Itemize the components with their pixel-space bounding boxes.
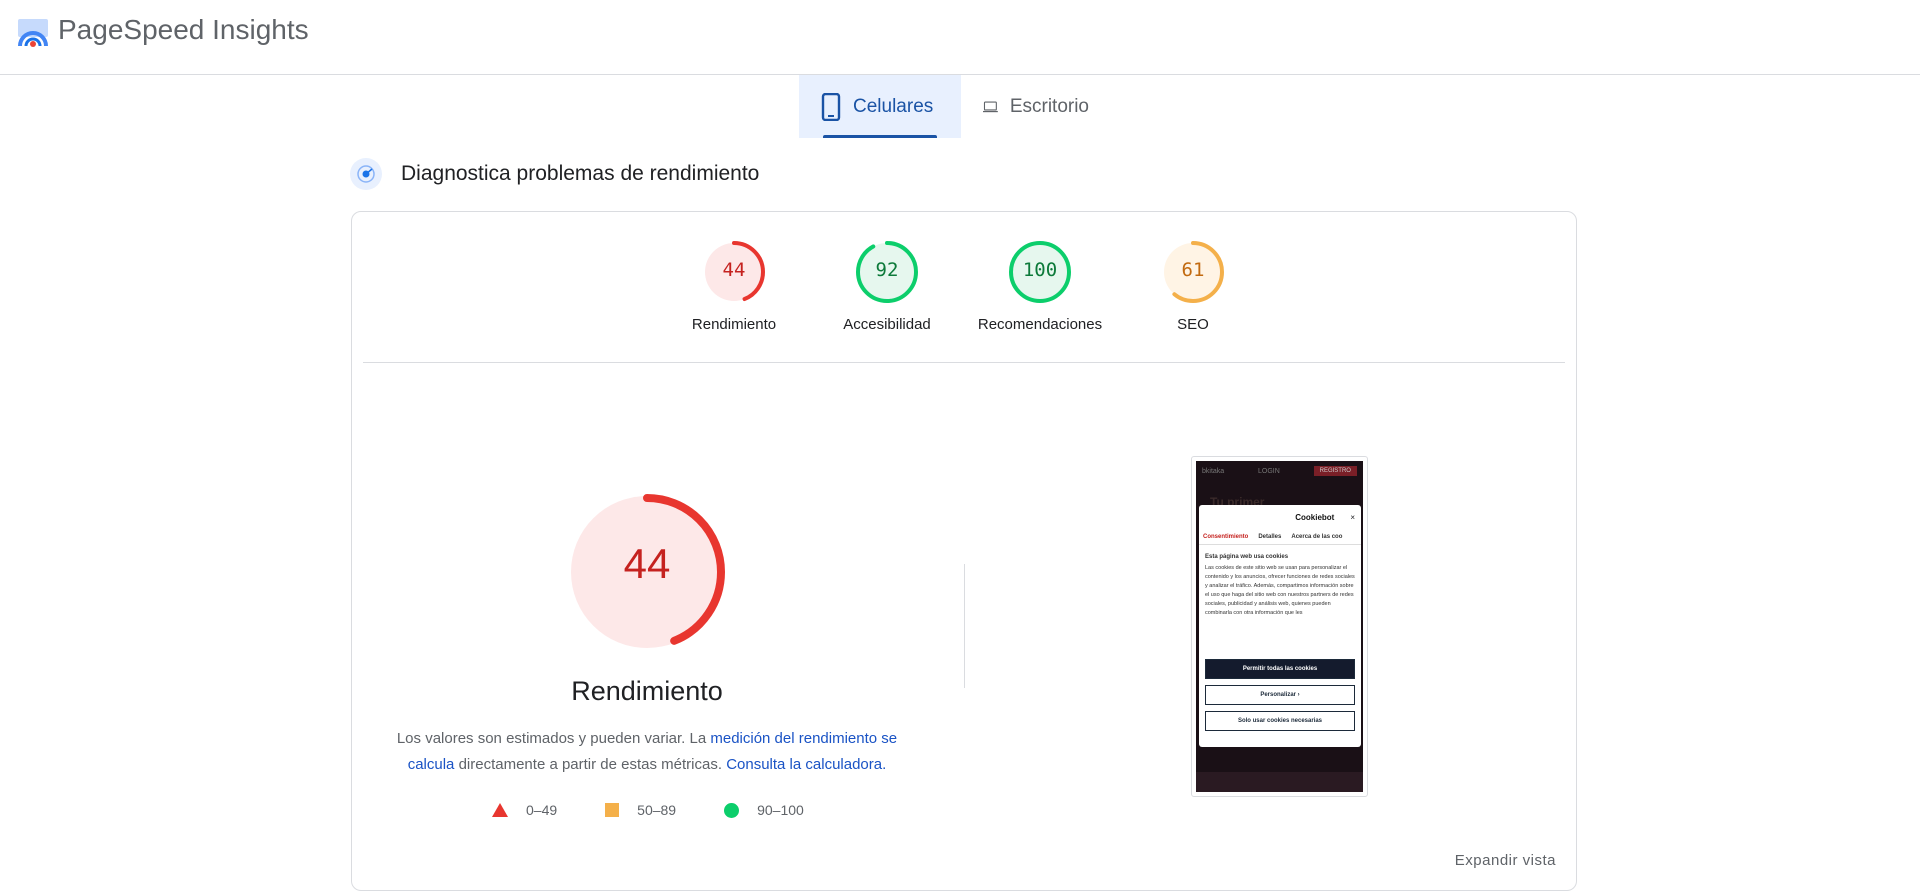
diagnostics-title: Diagnostica problemas de rendimiento — [401, 162, 760, 185]
gauge-score: 44 — [722, 259, 746, 281]
gauge-seo[interactable]: 61 SEO — [1123, 240, 1263, 333]
triangle-icon — [492, 803, 508, 817]
cookie-tab: Consentimiento — [1203, 533, 1249, 540]
cookie-tab: Acerca de las coo — [1291, 533, 1343, 540]
site-register: REGISTRO — [1313, 466, 1357, 476]
score-legend: 0–49 50–89 90–100 — [492, 802, 852, 818]
cookie-necessary-button: Solo usar cookies necesarias — [1205, 711, 1355, 731]
gauge-label: Accesibilidad — [843, 316, 931, 333]
legend-pass: 90–100 — [724, 802, 804, 818]
section-divider — [363, 362, 1565, 363]
site-bottom-nav — [1196, 772, 1363, 792]
gauge-score: 92 — [875, 259, 899, 281]
close-icon: × — [1350, 512, 1355, 522]
score-gauges: 44 Rendimiento 92 Accesibilidad 100 Reco… — [352, 212, 1576, 362]
gauge-best-practices[interactable]: 100 Recomendaciones — [970, 240, 1110, 333]
gauge-accessibility[interactable]: 92 Accesibilidad — [817, 240, 957, 333]
desc-text: Los valores son estimados y pueden varia… — [396, 730, 711, 747]
screenshot-viewport: bkitaka LOGIN REGISTRO Tu primer Cookieb… — [1196, 461, 1363, 792]
legend-range: 0–49 — [526, 802, 558, 818]
cookie-dialog: Cookiebot × Consentimiento Detalles Acer… — [1199, 505, 1361, 747]
laptop-icon — [983, 101, 998, 112]
legend-range: 90–100 — [757, 802, 804, 818]
tab-active-indicator — [823, 135, 937, 138]
cookie-text: Las cookies de este sitio web se usan pa… — [1205, 565, 1355, 616]
cookie-heading: Esta página web usa cookies — [1205, 554, 1289, 560]
performance-score: 44 — [623, 540, 671, 587]
diagnose-icon — [350, 158, 382, 190]
diagnostics-heading: Diagnostica problemas de rendimiento — [350, 158, 759, 190]
cookie-tab: Detalles — [1258, 533, 1282, 540]
site-logo: bkitaka — [1202, 467, 1225, 475]
square-icon — [605, 803, 620, 817]
smartphone-icon — [821, 92, 841, 121]
calculator-link[interactable]: Consulta la calculadora. — [726, 756, 886, 773]
gauge-label: Recomendaciones — [977, 316, 1103, 333]
gauge-label: Rendimiento — [691, 316, 777, 333]
vertical-divider — [964, 564, 965, 688]
app-title[interactable]: PageSpeed Insights — [58, 14, 309, 46]
pagespeed-logo-icon[interactable] — [16, 18, 50, 50]
cookiebot-logo: Cookiebot — [1295, 512, 1335, 522]
cookie-body: Esta página web usa cookies Las cookies … — [1199, 545, 1361, 643]
legend-average: 50–89 — [605, 802, 676, 818]
page-screenshot: bkitaka LOGIN REGISTRO Tu primer Cookieb… — [1191, 456, 1368, 797]
circle-icon — [724, 802, 740, 818]
cookie-tabs: Consentimiento Detalles Acerca de las co… — [1199, 529, 1361, 545]
gauge-score: 61 — [1181, 259, 1205, 281]
desc-text: directamente a partir de estas métricas. — [454, 756, 727, 773]
expand-view-button[interactable]: Expandir vista — [1455, 852, 1556, 869]
performance-title: Rendimiento — [571, 676, 723, 706]
gauge-score: 100 — [1022, 259, 1058, 281]
site-login: LOGIN — [1258, 467, 1280, 475]
tab-desktop[interactable]: Escritorio — [961, 75, 1111, 138]
legend-range: 50–89 — [637, 802, 677, 818]
cookie-customize-button: Personalizar › — [1205, 685, 1355, 705]
device-tabs: Celulares Escritorio — [799, 75, 1111, 138]
report-card: 44 Rendimiento 92 Accesibilidad 100 Reco… — [351, 211, 1577, 891]
legend-fail: 0–49 — [492, 802, 557, 818]
gauge-performance[interactable]: 44 Rendimiento — [664, 240, 804, 333]
site-header: bkitaka LOGIN REGISTRO — [1196, 461, 1363, 481]
cookie-dialog-header: Cookiebot × — [1199, 505, 1361, 529]
gauge-label: SEO — [1177, 316, 1209, 333]
tab-mobile[interactable]: Celulares — [799, 75, 961, 138]
cookie-allow-button: Permitir todas las cookies — [1205, 659, 1355, 679]
top-bar: PageSpeed Insights — [0, 0, 1920, 75]
performance-description: Los valores son estimados y pueden varia… — [382, 726, 912, 778]
tab-desktop-label: Escritorio — [1009, 95, 1089, 117]
tab-mobile-label: Celulares — [853, 95, 934, 117]
